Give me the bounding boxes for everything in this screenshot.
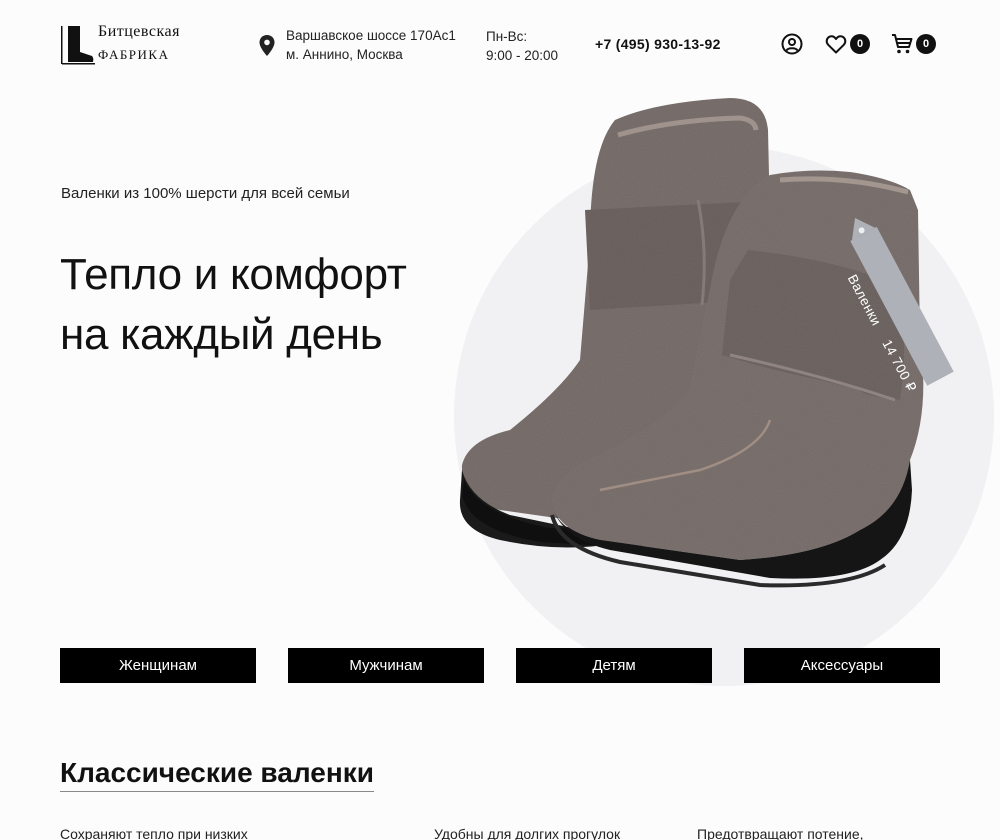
phone-link[interactable]: +7 (495) 930-13-92 [595, 36, 721, 52]
favorites-button[interactable]: 0 [824, 32, 870, 56]
cart-count-badge: 0 [916, 34, 936, 54]
account-button[interactable] [780, 32, 804, 56]
hours-days: Пн-Вс: [486, 29, 528, 44]
user-icon [781, 33, 803, 55]
feature-comfort: Удобны для долгих прогулок [434, 826, 621, 840]
cart-button[interactable]: 0 [890, 32, 936, 56]
location-pin-icon [259, 35, 275, 56]
hero-title-line-1: Тепло и комфорт [60, 250, 407, 299]
category-kids-button[interactable]: Детям [516, 648, 712, 683]
address-line-2: м. Аннино, Москва [286, 47, 403, 62]
hero-subtitle: Валенки из 100% шерсти для всей семьи [61, 185, 350, 202]
feature-breathable: Предотвращают потение, [697, 826, 864, 840]
address-line-1: Варшавское шоссе 170Ас1 [286, 28, 456, 43]
heart-icon [825, 35, 847, 54]
favorites-count-badge: 0 [850, 34, 870, 54]
category-buttons: Женщинам Мужчинам Детям Аксессуары [60, 648, 940, 683]
site-header: Битцевская ФАБРИКА Варшавское шоссе 170А… [0, 0, 1000, 90]
logo-line-1: Битцевская [98, 23, 180, 40]
logo[interactable]: Битцевская ФАБРИКА [60, 22, 180, 66]
category-women-button[interactable]: Женщинам [60, 648, 256, 683]
hero-title-line-2: на каждый день [60, 310, 383, 359]
boot-logo-icon [61, 26, 95, 65]
opening-hours: Пн-Вс: 9:00 - 20:00 [486, 27, 558, 65]
store-address: Варшавское шоссе 170Ас1 м. Аннино, Москв… [258, 26, 456, 64]
category-accessories-button[interactable]: Аксессуары [744, 648, 940, 683]
logo-line-2: ФАБРИКА [98, 47, 170, 62]
hero-title: Тепло и комфорт на каждый день [60, 245, 480, 365]
hours-time: 9:00 - 20:00 [486, 48, 559, 63]
cart-icon [892, 34, 913, 54]
header-actions: 0 0 [780, 32, 936, 56]
section-title: Классические валенки [60, 756, 374, 792]
category-men-button[interactable]: Мужчинам [288, 648, 484, 683]
feature-warmth: Сохраняют тепло при низких [60, 826, 248, 840]
logo-text: Битцевская ФАБРИКА [98, 22, 180, 65]
felt-boots-image [459, 98, 954, 588]
